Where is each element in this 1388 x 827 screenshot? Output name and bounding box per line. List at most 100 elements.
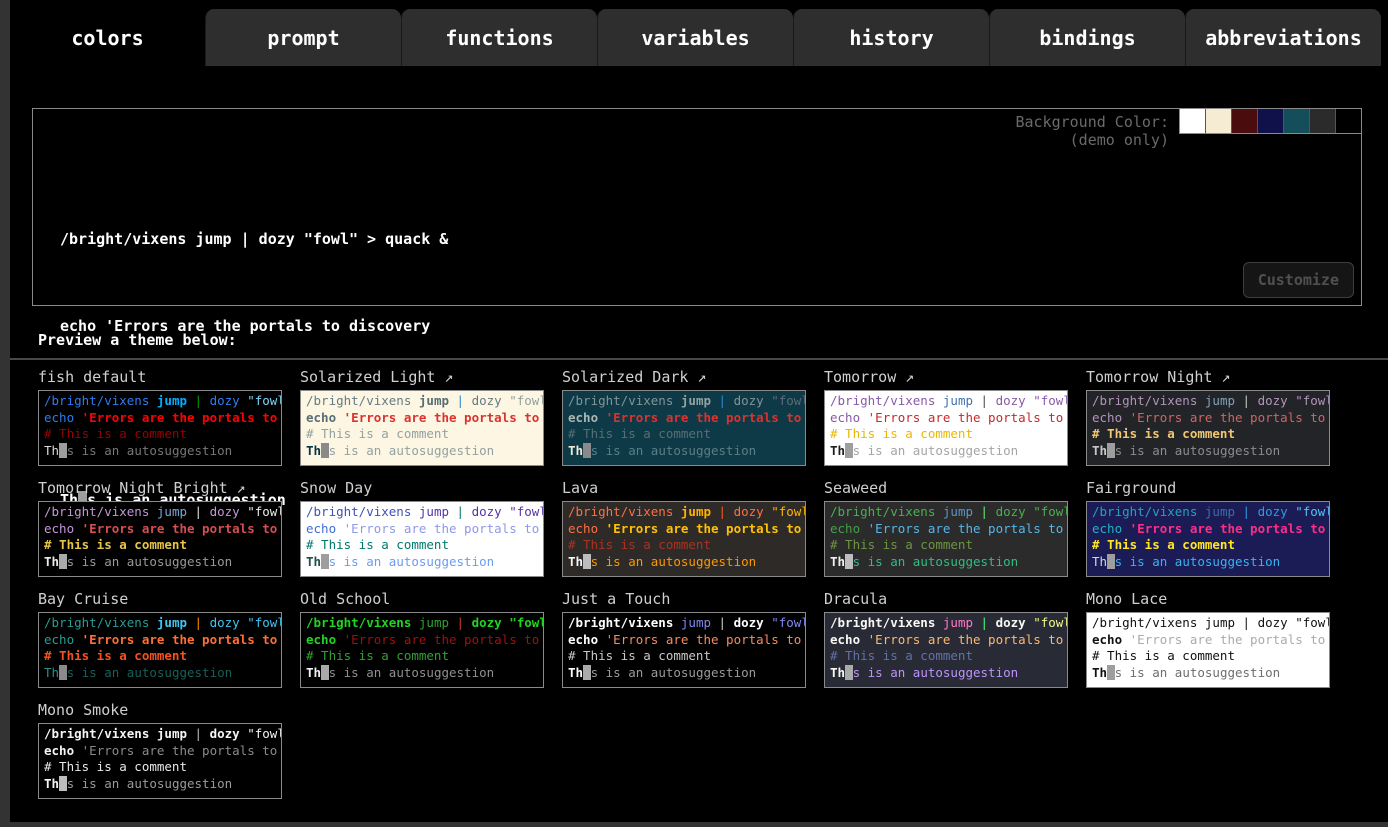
cursor-block: i	[1107, 665, 1115, 680]
background-swatch-7[interactable]	[1335, 109, 1361, 133]
theme-card-solarized-light[interactable]: /bright/vixens jump | dozy "fowl" > quac…	[300, 390, 544, 466]
tab-variables[interactable]: variables	[597, 9, 793, 66]
tab-colors[interactable]: colors	[10, 9, 205, 66]
theme-sample-line-3: # This is a comment	[1092, 426, 1329, 443]
sample-echo: echo	[44, 410, 82, 425]
theme-name-tomorrow[interactable]: Tomorrow ↗	[824, 367, 1086, 390]
sample-path: /bright/vixens	[568, 615, 681, 630]
background-swatch-3[interactable]	[1231, 109, 1257, 133]
sample-echo: echo	[1092, 632, 1130, 647]
theme-card-fish-default[interactable]: /bright/vixens jump | dozy "fowl" > quac…	[38, 390, 282, 466]
theme-name-solarized-dark[interactable]: Solarized Dark ↗	[562, 367, 824, 390]
sample-autosuggestion: s is an autosuggestion	[329, 665, 495, 680]
theme-name-old-school: Old School	[300, 589, 562, 612]
theme-card-seaweed[interactable]: /bright/vixens jump | dozy "fowl" > quac…	[824, 501, 1068, 577]
sample-path: /bright/vixens	[1092, 504, 1205, 519]
theme-sample-line-1: /bright/vixens jump | dozy "fowl" > quac…	[1092, 615, 1329, 632]
sample-pipe: |	[1243, 393, 1258, 408]
background-swatch-4[interactable]	[1257, 109, 1283, 133]
sample-autosuggestion: s is an autosuggestion	[591, 554, 757, 569]
theme-sample-line-3: # This is a comment	[1092, 537, 1329, 554]
theme-card-bay-cruise[interactable]: /bright/vixens jump | dozy "fowl" > quac…	[38, 612, 282, 688]
sample-command: jump	[1205, 504, 1243, 519]
background-swatch-5[interactable]	[1283, 109, 1309, 133]
background-swatch-2[interactable]	[1205, 109, 1231, 133]
theme-card-tomorrow-night[interactable]: /bright/vixens jump | dozy "fowl" > quac…	[1086, 390, 1330, 466]
theme-sample-line-1: /bright/vixens jump | dozy "fowl" > quac…	[830, 393, 1067, 410]
theme-name-text: Dracula	[824, 590, 887, 608]
sample-normal: Th	[1092, 554, 1107, 569]
theme-cell-tomorrow-night-bright: Tomorrow Night Bright ↗ /bright/vixens ju…	[38, 478, 300, 589]
sample-quote: "fowl"	[1033, 504, 1068, 519]
tab-history[interactable]: history	[793, 9, 989, 66]
theme-name-text: Bay Cruise	[38, 590, 128, 608]
sample-pipe: |	[457, 393, 472, 408]
sample-command: jump	[157, 393, 195, 408]
theme-sample-line-2: echo 'Errors are the portals to discover…	[568, 632, 805, 649]
sample-command: jump	[681, 615, 719, 630]
sample-path: /bright/vixens	[306, 393, 419, 408]
theme-name-solarized-light[interactable]: Solarized Light ↗	[300, 367, 562, 390]
sample-comment: # This is a comment	[568, 426, 711, 441]
theme-card-tomorrow-night-bright[interactable]: /bright/vixens jump | dozy "fowl" > quac…	[38, 501, 282, 577]
theme-card-mono-lace[interactable]: /bright/vixens jump | dozy "fowl" > quac…	[1086, 612, 1330, 688]
theme-cell-lava: Lava/bright/vixens jump | dozy "fowl" > …	[562, 478, 824, 589]
theme-sample-line-4: This is an autosuggestion	[568, 665, 805, 682]
sample-path: /bright/vixens	[306, 615, 419, 630]
theme-sample-line-2: echo 'Errors are the portals to discover…	[44, 521, 281, 538]
theme-sample-line-1: /bright/vixens jump | dozy "fowl" > quac…	[830, 504, 1067, 521]
theme-name-tomorrow-night-bright[interactable]: Tomorrow Night Bright ↗	[38, 478, 300, 501]
theme-card-mono-smoke[interactable]: /bright/vixens jump | dozy "fowl" > quac…	[38, 723, 282, 799]
sample-param: dozy	[1258, 393, 1296, 408]
theme-sample-line-2: echo 'Errors are the portals to discover…	[44, 632, 281, 649]
external-link-icon[interactable]: ↗	[228, 479, 246, 497]
theme-name-fairground: Fairground	[1086, 478, 1348, 501]
sample-quote: "fowl"	[1295, 393, 1330, 408]
theme-name-tomorrow-night[interactable]: Tomorrow Night ↗	[1086, 367, 1348, 390]
sample-error: 'Errors are the portals to discovery	[868, 410, 1068, 425]
theme-name-text: Tomorrow Night	[1086, 368, 1212, 386]
sample-param: dozy	[996, 504, 1034, 519]
sample-param: dozy	[210, 726, 248, 741]
sample-path: /bright/vixens	[1092, 393, 1205, 408]
sample-echo: echo	[44, 521, 82, 536]
theme-sample-line-1: /bright/vixens jump | dozy "fowl" > quac…	[44, 504, 281, 521]
sample-command: jump	[157, 726, 195, 741]
theme-sample-line-1: /bright/vixens jump | dozy "fowl" > quac…	[568, 504, 805, 521]
tab-bindings[interactable]: bindings	[989, 9, 1185, 66]
sample-command: jump	[419, 504, 457, 519]
external-link-icon[interactable]: ↗	[435, 368, 453, 386]
theme-name-text: Solarized Light	[300, 368, 435, 386]
theme-card-solarized-dark[interactable]: /bright/vixens jump | dozy "fowl" > quac…	[562, 390, 806, 466]
theme-cell-tomorrow-night: Tomorrow Night ↗/bright/vixens jump | do…	[1086, 367, 1348, 478]
theme-sample-line-3: # This is a comment	[830, 537, 1067, 554]
sample-autosuggestion: s is an autosuggestion	[853, 554, 1019, 569]
sample-quote: "fowl"	[509, 504, 544, 519]
theme-card-fairground[interactable]: /bright/vixens jump | dozy "fowl" > quac…	[1086, 501, 1330, 577]
customize-button[interactable]: Customize	[1243, 262, 1354, 298]
theme-name-text: Fairground	[1086, 479, 1176, 497]
sample-pipe: |	[457, 504, 472, 519]
theme-card-lava[interactable]: /bright/vixens jump | dozy "fowl" > quac…	[562, 501, 806, 577]
sample-quote: "fowl"	[247, 726, 282, 741]
sample-param: dozy	[1258, 504, 1296, 519]
theme-card-snow-day[interactable]: /bright/vixens jump | dozy "fowl" > quac…	[300, 501, 544, 577]
tab-functions[interactable]: functions	[401, 9, 597, 66]
tab-prompt[interactable]: prompt	[205, 9, 401, 66]
theme-name-text: Snow Day	[300, 479, 372, 497]
theme-card-just-a-touch[interactable]: /bright/vixens jump | dozy "fowl" > quac…	[562, 612, 806, 688]
cursor-block: i	[59, 665, 67, 680]
external-link-icon[interactable]: ↗	[688, 368, 706, 386]
external-link-icon[interactable]: ↗	[1212, 368, 1230, 386]
sample-param: dozy	[734, 504, 772, 519]
external-link-icon[interactable]: ↗	[896, 368, 914, 386]
tab-abbreviations[interactable]: abbreviations	[1185, 9, 1381, 66]
theme-card-dracula[interactable]: /bright/vixens jump | dozy "fowl" > quac…	[824, 612, 1068, 688]
theme-card-old-school[interactable]: /bright/vixens jump | dozy "fowl" > quac…	[300, 612, 544, 688]
theme-card-tomorrow[interactable]: /bright/vixens jump | dozy "fowl" > quac…	[824, 390, 1068, 466]
sample-param: dozy	[472, 504, 510, 519]
cursor-block: i	[583, 554, 591, 569]
sample-normal: Th	[568, 554, 583, 569]
background-swatch-6[interactable]	[1309, 109, 1335, 133]
background-swatch-1[interactable]	[1180, 109, 1205, 133]
